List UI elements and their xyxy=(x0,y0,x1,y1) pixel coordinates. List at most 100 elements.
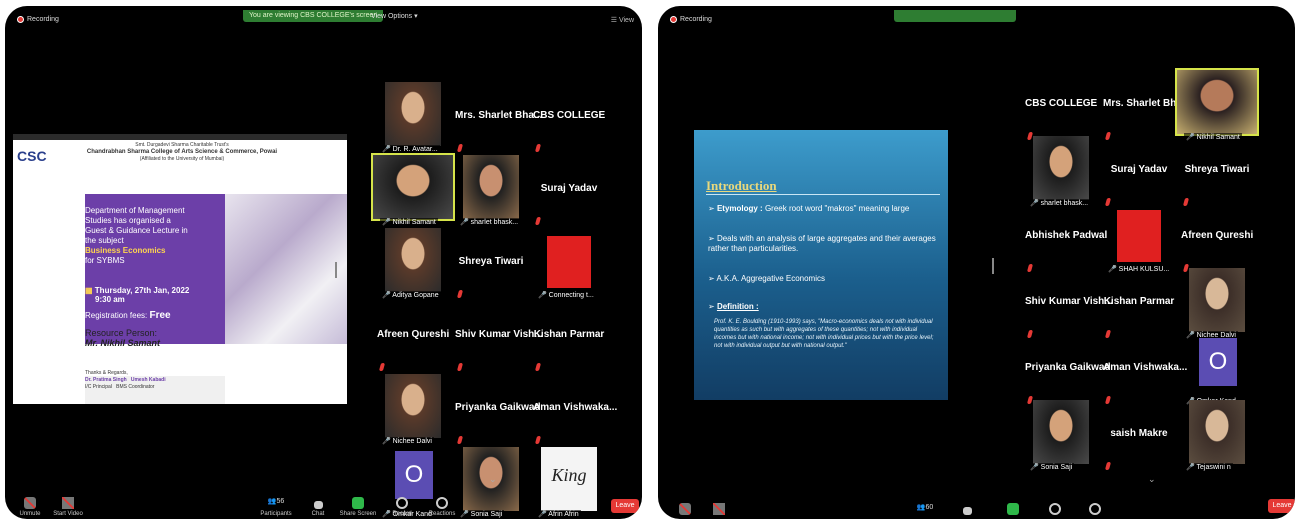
participant-tile[interactable]: Afreen Qureshi xyxy=(1181,202,1253,274)
share-screen-icon xyxy=(1007,503,1019,515)
participant-name-label: 🎤 Dr. R. Avatar... xyxy=(380,145,440,153)
mic-muted-icon xyxy=(679,503,691,515)
participant-tile[interactable]: Mrs. Sharlet Bha... xyxy=(1103,70,1190,142)
chat-icon xyxy=(962,507,972,515)
participant-tile[interactable]: 🎤 Dr. R. Avatar... xyxy=(377,82,449,154)
participant-tile[interactable]: 🎤 Nichee Dalvi xyxy=(377,374,449,446)
poster-image xyxy=(225,194,347,344)
slide-bullet-3: ➢ A.K.A. Aggregative Economics xyxy=(708,274,825,283)
participant-name: Aman Vishwaka... xyxy=(533,402,618,413)
poster-fees: Registration fees: Free xyxy=(85,310,171,321)
participant-video xyxy=(1175,68,1259,136)
participant-tile[interactable]: Priyanka Gaikwad xyxy=(1025,334,1111,406)
participant-video xyxy=(385,374,441,438)
recording-indicator: Recording xyxy=(17,16,59,23)
view-options-button[interactable]: View Options ▾ xyxy=(371,12,418,20)
participant-color-block xyxy=(547,236,591,288)
poster-body: Department of Management Studies has org… xyxy=(85,206,225,266)
participant-tile[interactable]: Aman Vishwaka... xyxy=(1103,334,1187,406)
chevron-down-icon[interactable]: ⌄ xyxy=(1148,474,1156,485)
participant-tile[interactable]: CBS COLLEGE xyxy=(1025,70,1097,142)
participant-tile[interactable]: 🎤 Aditya Gopane xyxy=(377,228,449,300)
org-line-2: Chandrabhan Sharma College of Arts Scien… xyxy=(86,149,278,155)
poster-date: ▦ Thursday, 27th Jan, 2022 9:30 am xyxy=(85,286,190,304)
splitter-handle[interactable] xyxy=(335,262,337,278)
participant-video xyxy=(371,153,455,221)
video-off-icon xyxy=(713,503,725,515)
reactions-button[interactable] xyxy=(1070,503,1120,517)
chevron-down-icon[interactable]: ⌄ xyxy=(489,474,497,485)
participant-tile[interactable]: 🎤 SHAH KULSU... xyxy=(1103,202,1175,274)
participant-tile[interactable]: 🎤 Nikhil Samant xyxy=(1175,68,1259,142)
splitter-handle[interactable] xyxy=(992,258,994,274)
share-screen-button[interactable]: Share Screen xyxy=(333,497,383,517)
participant-name: Shreya Tiwari xyxy=(458,256,524,267)
mic-muted-icon xyxy=(24,497,36,509)
shared-window-titlebar xyxy=(13,134,347,140)
participant-name-label: 🎤 Nikhil Samant xyxy=(380,218,438,226)
reactions-button[interactable]: Reactions xyxy=(417,497,467,517)
participant-tile[interactable]: CBS COLLEGE xyxy=(533,82,605,154)
participant-tile[interactable]: Mrs. Sharlet Bha... xyxy=(455,82,542,154)
participant-video xyxy=(1189,268,1245,332)
participant-tile[interactable]: Aman Vishwaka... xyxy=(533,374,618,446)
participant-tile[interactable]: Suraj Yadav xyxy=(533,155,605,227)
participant-name: Afreen Qureshi xyxy=(1181,230,1254,241)
start-video-button[interactable]: Start Video xyxy=(43,497,93,517)
meeting-toolbar: 👥60 Leave xyxy=(658,489,1295,519)
participant-tile[interactable]: 🎤 sharlet bhask... xyxy=(1025,136,1097,208)
participant-tile[interactable]: saish Makre xyxy=(1103,400,1175,472)
participant-tile[interactable]: Shiv Kumar Vish... xyxy=(1025,268,1113,340)
mic-muted-icon xyxy=(534,144,542,152)
leave-button[interactable]: Leave xyxy=(1268,499,1295,513)
participant-tile[interactable]: Afreen Qureshi xyxy=(377,301,449,373)
participant-tile[interactable]: Abhishek Padwal xyxy=(1025,202,1107,274)
mic-muted-icon xyxy=(534,436,542,444)
participant-name: Afreen Qureshi xyxy=(377,329,450,340)
participant-tile[interactable]: 🎤 Connecting t... xyxy=(533,228,605,300)
share-screen-icon xyxy=(352,497,364,509)
participant-tile[interactable]: 🎤 Sonia Saji xyxy=(1025,400,1097,472)
participant-color-block xyxy=(1117,210,1161,262)
meeting-toolbar: Unmute Start Video 👥56 Participants Chat … xyxy=(5,489,642,519)
participant-name-label: 🎤 Nichee Dalvi xyxy=(380,437,434,445)
participant-tile[interactable]: 🎤 sharlet bhask... xyxy=(455,155,527,227)
slide-bullet-4: ➢ Definition : xyxy=(708,302,759,311)
participant-tile[interactable]: O🎤 Omkar Kand xyxy=(1181,334,1253,406)
participant-tile[interactable]: Shreya Tiwari xyxy=(1181,136,1253,208)
participant-tile[interactable]: 🎤 Tejaswini n xyxy=(1181,400,1253,472)
participant-tile[interactable]: Shreya Tiwari xyxy=(455,228,527,300)
participant-name: CBS COLLEGE xyxy=(1025,98,1098,109)
participant-tile[interactable]: Priyanka Gaikwad xyxy=(455,374,541,446)
chat-icon xyxy=(313,501,323,509)
slide-title-rule xyxy=(706,194,940,195)
mic-muted-icon xyxy=(1104,462,1112,470)
record-dot-icon xyxy=(670,16,677,23)
view-button[interactable]: ☰ View xyxy=(611,16,634,24)
mic-muted-icon xyxy=(456,363,464,371)
participant-tile[interactable]: 🎤 Nichee Dalvi xyxy=(1181,268,1253,340)
participant-tile[interactable]: Kishan Parmar xyxy=(1103,268,1175,340)
recording-label: Recording xyxy=(27,16,59,23)
participant-name: Shiv Kumar Vish... xyxy=(1025,296,1113,307)
participant-name: CBS COLLEGE xyxy=(533,110,606,121)
start-video-button[interactable] xyxy=(694,503,744,517)
poster-subject: Business Economics xyxy=(85,246,166,255)
participant-name: Kishan Parmar xyxy=(1103,296,1175,307)
mic-muted-icon xyxy=(456,436,464,444)
mic-muted-icon xyxy=(534,217,542,225)
leave-button[interactable]: Leave xyxy=(611,499,639,513)
participant-name: Shiv Kumar Vish... xyxy=(455,329,543,340)
mic-muted-icon xyxy=(456,290,464,298)
participant-tile[interactable]: Kishan Parmar xyxy=(533,301,605,373)
participant-tile[interactable]: 🎤 Nikhil Samant xyxy=(371,153,455,227)
chat-button[interactable] xyxy=(942,507,992,517)
participant-name: Suraj Yadav xyxy=(540,183,598,194)
participant-name-label: 🎤 Tejaswini n xyxy=(1184,463,1233,471)
participant-name-label: 🎤 Connecting t... xyxy=(536,291,596,299)
participant-tile[interactable]: Shiv Kumar Vish... xyxy=(455,301,543,373)
participant-tile[interactable]: Suraj Yadav xyxy=(1103,136,1175,208)
participant-video xyxy=(1189,400,1245,464)
zoom-window-left: Recording You are viewing CBS COLLEGE's … xyxy=(5,6,642,519)
zoom-window-right: Recording Introduction ➢ Etymology : Gre… xyxy=(658,6,1295,519)
